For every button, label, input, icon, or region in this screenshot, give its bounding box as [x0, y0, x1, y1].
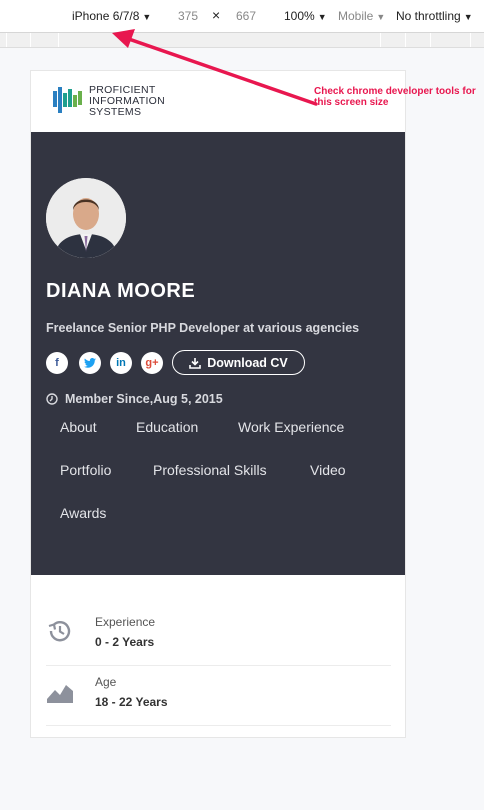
profile-name: DIANA MOORE [46, 280, 196, 302]
throttle-select[interactable]: No throttling ▼ [396, 9, 473, 23]
twitter-button[interactable] [79, 352, 101, 374]
stat-label: Age [95, 675, 117, 689]
twitter-icon [84, 358, 96, 368]
profile-role: Freelance Senior PHP Developer at variou… [46, 321, 360, 335]
nav-about[interactable]: About [60, 419, 97, 435]
nav-portfolio[interactable]: Portfolio [60, 462, 111, 478]
member-since: Member Since,Aug 5, 2015 [46, 392, 223, 406]
download-cv-label: Download CV [207, 355, 288, 370]
chevron-down-icon: ▼ [376, 12, 386, 22]
mode-value: Mobile [338, 9, 374, 23]
devtools-device-toolbar: iPhone 6/7/8 ▼ 375 × 667 100% ▼ Mobile ▼ No… [0, 0, 484, 33]
chevron-down-icon: ▼ [142, 12, 152, 22]
facebook-icon: f [55, 357, 59, 369]
stat-age: Age 18 - 22 Years [46, 665, 391, 726]
company-logo[interactable]: PROFICIENT INFORMATION SYSTEMS [53, 83, 253, 123]
stat-value: 0 - 2 Years [95, 635, 155, 649]
nav-work-experience[interactable]: Work Experience [238, 419, 344, 435]
stat-experience: Experience 0 - 2 Years [46, 605, 391, 666]
chevron-down-icon: ▼ [317, 12, 327, 22]
chevron-down-icon: ▼ [463, 12, 473, 22]
zoom-select[interactable]: 100% ▼ [284, 9, 327, 23]
logo-text: PROFICIENT INFORMATION SYSTEMS [89, 85, 165, 118]
clock-icon [46, 393, 58, 405]
profile-header: DIANA MOORE Freelance Senior PHP Develop… [31, 132, 405, 575]
mode-select[interactable]: Mobile ▼ [338, 9, 385, 23]
device-name: iPhone 6/7/8 [72, 9, 140, 23]
logo-bars-icon [53, 87, 82, 113]
device-select[interactable]: iPhone 6/7/8 ▼ [72, 9, 151, 23]
google-plus-icon: g+ [145, 357, 159, 369]
nav-video[interactable]: Video [310, 462, 346, 478]
height-input[interactable]: 667 [236, 9, 256, 23]
download-icon [189, 357, 202, 369]
area-chart-icon [47, 685, 73, 703]
annotation-note: Check chrome developer tools for this sc… [314, 86, 476, 108]
nav-awards[interactable]: Awards [60, 505, 106, 521]
stat-label: Experience [95, 615, 156, 629]
width-input[interactable]: 375 [178, 9, 198, 23]
throttle-value: No throttling [396, 9, 461, 23]
facebook-button[interactable]: f [46, 352, 68, 374]
times-icon: × [212, 7, 221, 23]
zoom-value: 100% [284, 9, 315, 23]
stat-value: 18 - 22 Years [95, 695, 168, 709]
media-query-ruler[interactable] [0, 33, 484, 48]
google-plus-button[interactable]: g+ [141, 352, 163, 374]
logo-line-3: SYSTEMS [89, 106, 142, 118]
linkedin-button[interactable]: in [110, 352, 132, 374]
history-icon [48, 621, 71, 642]
member-since-text: Member Since,Aug 5, 2015 [65, 392, 223, 406]
profile-card: PROFICIENT INFORMATION SYSTEMS DIANA MOO… [30, 70, 406, 738]
avatar-image [46, 178, 126, 258]
avatar [46, 178, 126, 258]
nav-education[interactable]: Education [136, 419, 198, 435]
linkedin-icon: in [116, 357, 126, 369]
download-cv-button[interactable]: Download CV [172, 350, 305, 375]
nav-professional-skills[interactable]: Professional Skills [153, 462, 267, 478]
